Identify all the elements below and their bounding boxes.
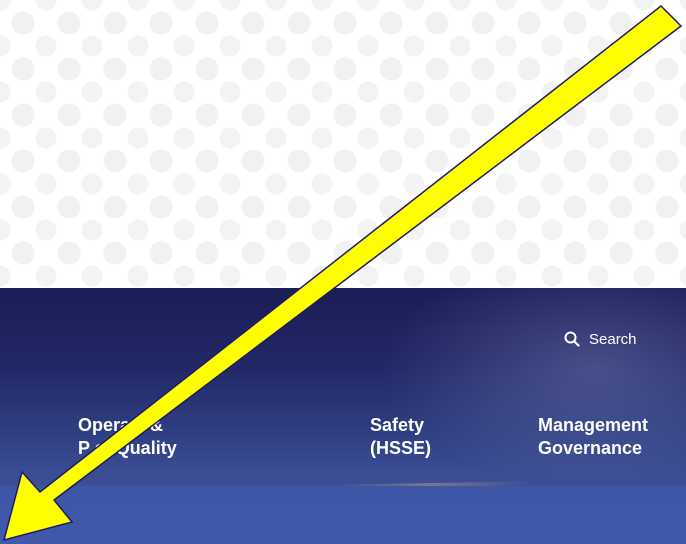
nav-item-safety[interactable]: Safety (HSSE) <box>370 414 431 460</box>
nav-item-operations[interactable]: Opera s & P ct Quality <box>78 414 177 460</box>
screenshot: Search Opera s & P ct Quality Safety (HS… <box>0 0 686 544</box>
sub-navigation-bar <box>0 486 686 544</box>
search-icon <box>564 331 580 347</box>
site-header: Search Opera s & P ct Quality Safety (HS… <box>0 288 686 544</box>
search-label: Search <box>589 330 637 348</box>
dotted-background <box>0 0 686 288</box>
nav-item-management[interactable]: Management Governance <box>538 414 686 460</box>
search-button[interactable]: Search <box>564 328 637 350</box>
